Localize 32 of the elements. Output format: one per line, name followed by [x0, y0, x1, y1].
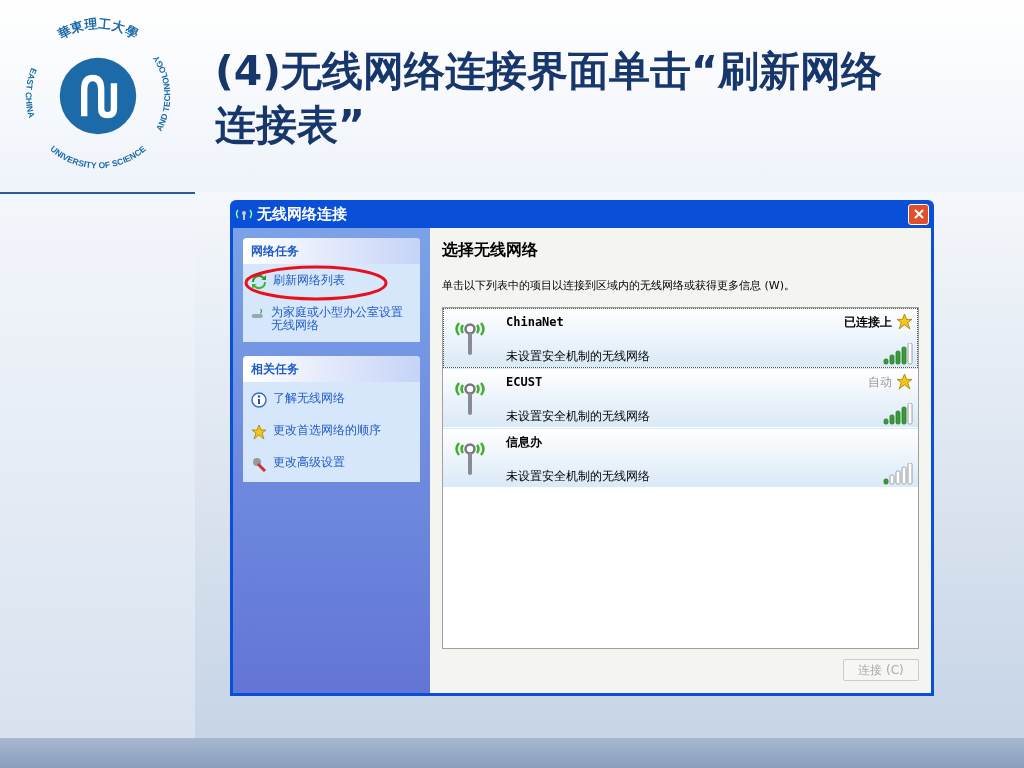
wireless-icon: [235, 208, 253, 220]
network-name: ECUST: [506, 373, 544, 391]
star-icon: [896, 373, 913, 390]
refresh-icon: [251, 274, 267, 290]
connection-status: 已连接上: [844, 313, 892, 331]
network-name: ChinaNet: [506, 313, 565, 331]
security-text: 未设置安全机制的无线网络: [506, 467, 651, 485]
task-link[interactable]: 更改首选网络的顺序: [273, 424, 381, 437]
tools-icon: [251, 456, 267, 472]
window-title: 无线网络连接: [257, 203, 347, 225]
star-icon: [251, 424, 267, 440]
slide-title: (4)无线网络连接界面单击“刷新网络连接表”: [215, 46, 883, 151]
network-item[interactable]: 信息办 未设置安全机制的无线网络: [443, 427, 918, 488]
star-icon: [896, 313, 913, 330]
section-heading: 选择无线网络: [442, 239, 539, 261]
close-button[interactable]: [908, 203, 929, 225]
close-icon: [913, 209, 924, 219]
network-name: 信息办: [506, 433, 543, 451]
task-link[interactable]: 更改高级设置: [273, 456, 345, 469]
panel-heading: 网络任务: [243, 238, 420, 264]
instruction-text: 单击以下列表中的项目以连接到区域内的无线网络或获得更多信息 (W)。: [442, 278, 796, 294]
task-link[interactable]: 了解无线网络: [273, 392, 345, 405]
security-text: 未设置安全机制的无线网络: [506, 407, 651, 425]
task-link[interactable]: 刷新网络列表: [273, 274, 345, 287]
security-text: 未设置安全机制的无线网络: [506, 347, 651, 365]
network-item[interactable]: ChinaNet 未设置安全机制的无线网络 已连接上: [443, 307, 918, 368]
connection-status: 自动: [868, 373, 892, 391]
logo-chinese-text: 華東理工大學: [54, 15, 141, 42]
panel-heading: 相关任务: [243, 356, 420, 382]
task-link[interactable]: 为家庭或小型办公室设置无线网络: [271, 306, 412, 332]
info-icon: [251, 392, 267, 408]
network-item[interactable]: ECUST 未设置安全机制的无线网络 自动: [443, 367, 918, 428]
